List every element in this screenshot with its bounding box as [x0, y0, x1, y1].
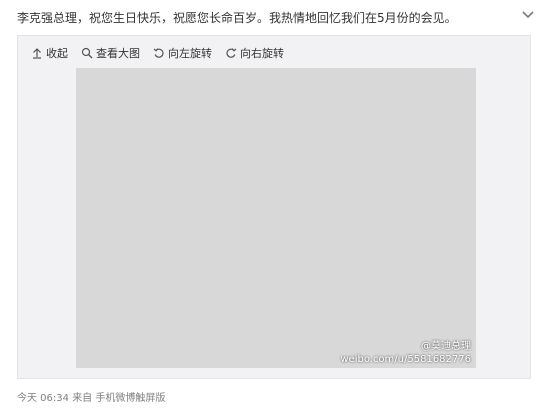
post-photo[interactable]: @莫迪总理 weibo.com/u/5581682776	[76, 68, 476, 368]
rotate-right-label: 向右旋转	[240, 47, 284, 60]
collapse-up-icon	[33, 48, 41, 59]
rotate-left-button[interactable]: 向左旋转	[153, 45, 212, 61]
post-time[interactable]: 今天 06:34	[17, 393, 69, 404]
post-footer: 今天 06:34 来自 手机微博触屏版	[17, 389, 165, 404]
rotate-right-icon	[226, 48, 237, 58]
post-source[interactable]: 手机微博触屏版	[95, 393, 165, 404]
media-expanded-panel: 收起 查看大图 向左旋转 向右旋转 @莫迪总理 weibo.com/u/5581…	[17, 35, 531, 379]
magnifier-icon	[81, 47, 93, 59]
photo-watermark-account: @莫迪总理	[421, 341, 471, 352]
rotate-right-button[interactable]: 向右旋转	[225, 45, 284, 61]
post-text: 李克强总理，祝您生日快乐，祝愿您长命百岁。我热情地回忆我们在5月份的会见。	[17, 11, 457, 25]
rotate-left-icon	[153, 48, 164, 58]
view-large-button[interactable]: 查看大图	[81, 45, 140, 61]
view-large-label: 查看大图	[96, 47, 140, 60]
chevron-down-icon[interactable]	[520, 6, 536, 22]
media-toolbar: 收起 查看大图 向左旋转 向右旋转	[31, 43, 297, 63]
rotate-left-label: 向左旋转	[168, 47, 212, 60]
collapse-button[interactable]: 收起	[31, 45, 68, 61]
collapse-label: 收起	[46, 47, 68, 60]
photo-watermark-url: weibo.com/u/5581682776	[340, 354, 471, 365]
source-prefix: 来自	[72, 393, 93, 404]
